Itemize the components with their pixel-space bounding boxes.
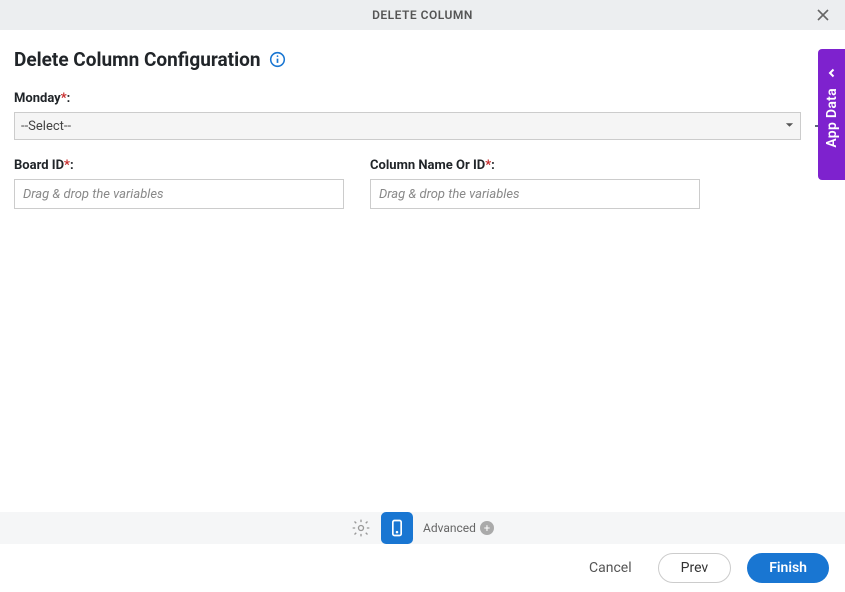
finish-button[interactable]: Finish xyxy=(747,553,829,583)
board-id-label: Board ID*: xyxy=(14,158,344,173)
column-name-field: Column Name Or ID*: xyxy=(370,158,700,209)
chevron-down-icon xyxy=(785,119,794,134)
column-name-label: Column Name Or ID*: xyxy=(370,158,700,173)
close-icon[interactable] xyxy=(813,5,833,25)
advanced-label-text: Advanced xyxy=(423,521,476,535)
app-data-label: App Data xyxy=(824,88,840,148)
advanced-button[interactable]: Advanced + xyxy=(423,521,494,535)
plus-circle-icon: + xyxy=(480,521,494,535)
cancel-button[interactable]: Cancel xyxy=(579,554,642,582)
gear-icon[interactable] xyxy=(351,518,371,538)
monday-selected-value: --Select-- xyxy=(21,119,71,134)
info-icon[interactable] xyxy=(269,51,286,68)
prev-button[interactable]: Prev xyxy=(658,553,732,583)
content-area: Delete Column Configuration Monday*: --S… xyxy=(0,30,845,209)
app-data-panel-tab[interactable]: App Data xyxy=(818,49,845,180)
device-icon[interactable] xyxy=(381,512,413,544)
monday-select-row: --Select-- xyxy=(14,112,831,140)
modal-header: DELETE COLUMN xyxy=(0,0,845,30)
monday-label: Monday*: xyxy=(14,91,831,106)
board-id-input[interactable] xyxy=(14,179,344,209)
chevron-left-icon xyxy=(827,63,837,82)
page-title-row: Delete Column Configuration xyxy=(14,48,831,71)
column-name-input[interactable] xyxy=(370,179,700,209)
fields-row: Board ID*: Column Name Or ID*: xyxy=(14,158,831,209)
board-id-field: Board ID*: xyxy=(14,158,344,209)
footer: Cancel Prev Finish xyxy=(0,544,845,592)
modal-title: DELETE COLUMN xyxy=(372,8,473,22)
monday-select[interactable]: --Select-- xyxy=(14,112,801,140)
page-title: Delete Column Configuration xyxy=(14,48,261,71)
bottom-toolbar: Advanced + xyxy=(0,512,845,544)
